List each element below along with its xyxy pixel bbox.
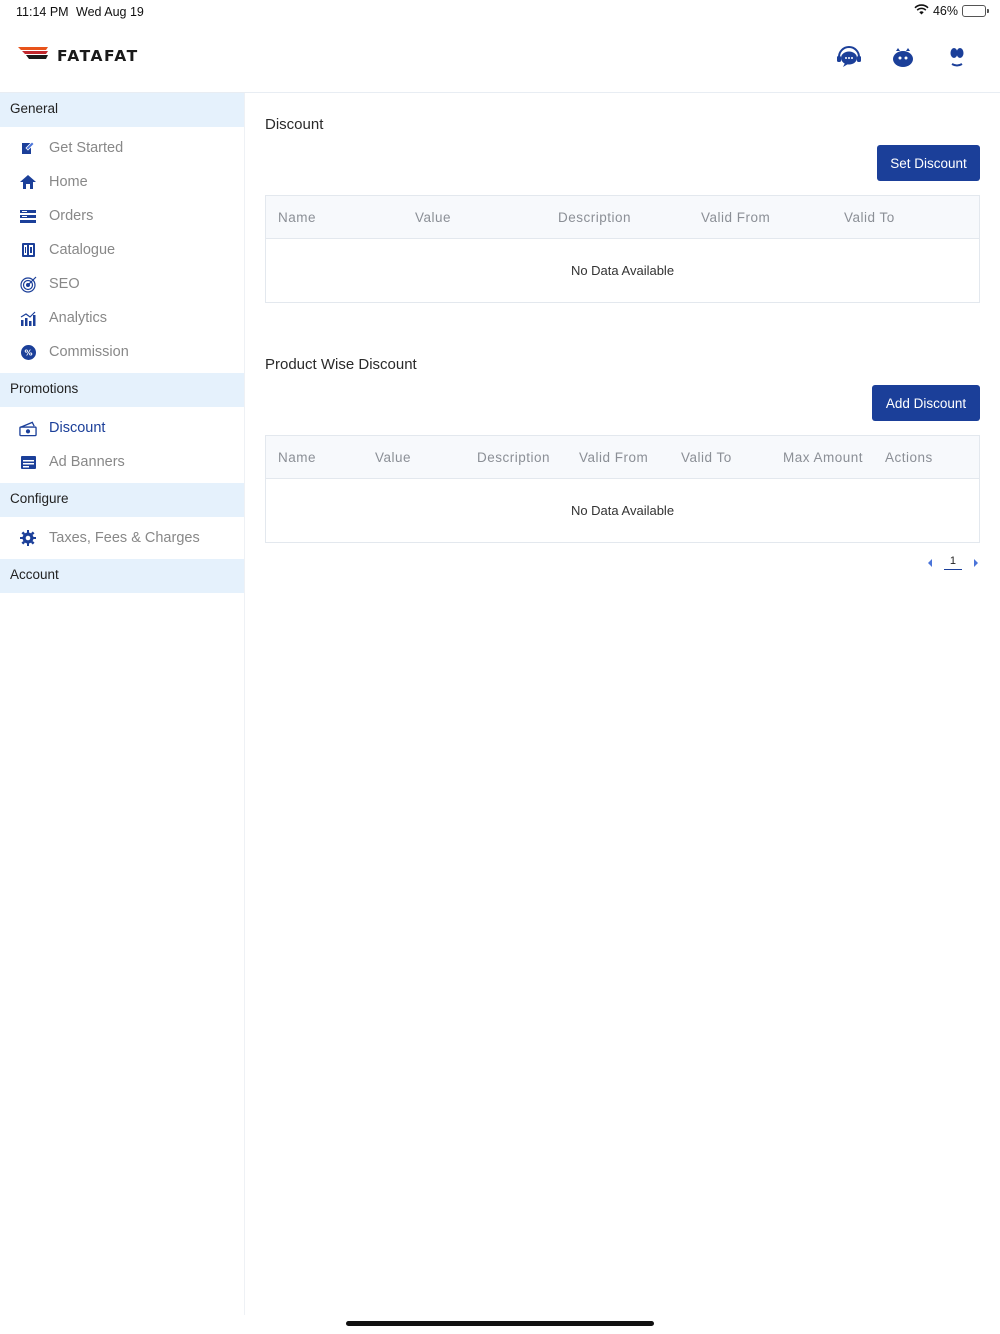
sidebar-item-label: Orders (49, 208, 94, 224)
product-discount-table: Name Value Description Valid From Valid … (265, 435, 980, 543)
column-header-valid-to[interactable]: Valid To (844, 210, 974, 225)
logo[interactable]: FATAFAT (18, 46, 139, 65)
pagination-page[interactable]: 1 (943, 555, 962, 570)
sidebar-item-discount[interactable]: Discount (0, 411, 244, 445)
svg-text:%: % (24, 348, 32, 357)
target-icon (19, 275, 37, 293)
product-discount-section-title: Product Wise Discount (265, 356, 417, 373)
add-discount-button[interactable]: Add Discount (872, 385, 980, 421)
sidebar-item-ad-banners[interactable]: Ad Banners (0, 445, 244, 479)
sidebar-item-label: Ad Banners (49, 454, 125, 470)
discount-table: Name Value Description Valid From Valid … (265, 195, 980, 303)
sidebar-item-label: Home (49, 174, 88, 190)
column-header-value[interactable]: Value (415, 210, 558, 225)
sidebar-item-seo[interactable]: SEO (0, 267, 244, 301)
column-header-value[interactable]: Value (375, 450, 477, 465)
discount-section-title: Discount (265, 116, 324, 133)
column-header-valid-to[interactable]: Valid To (681, 450, 783, 465)
sidebar-item-taxes-fees-charges[interactable]: Taxes, Fees & Charges (0, 521, 244, 555)
column-header-valid-from[interactable]: Valid From (701, 210, 844, 225)
sidebar-item-label: Catalogue (49, 242, 116, 258)
sidebar-item-analytics[interactable]: Analytics (0, 301, 244, 335)
discount-table-header: Name Value Description Valid From Valid … (266, 196, 979, 239)
sidebar-item-label: Taxes, Fees & Charges (49, 530, 200, 546)
header-icons (836, 44, 970, 70)
bot-icon[interactable] (890, 44, 916, 70)
sidebar-section-general: General (0, 93, 244, 127)
sidebar-item-home[interactable]: Home (0, 165, 244, 199)
analytics-icon (19, 309, 37, 327)
catalogue-icon (19, 241, 37, 259)
sidebar: General Get Started Home Orders Catalogu… (0, 93, 245, 1315)
column-header-valid-from[interactable]: Valid From (579, 450, 681, 465)
column-header-description[interactable]: Description (477, 450, 579, 465)
battery-icon (962, 5, 989, 17)
status-right: 46% (914, 4, 989, 18)
discount-table-empty: No Data Available (570, 263, 675, 278)
sidebar-item-label: SEO (49, 276, 80, 292)
edit-icon (19, 139, 37, 157)
sidebar-item-orders[interactable]: Orders (0, 199, 244, 233)
banner-icon (19, 453, 37, 471)
logo-mark-icon (18, 46, 50, 65)
wifi-icon (914, 4, 929, 18)
user-icon[interactable] (944, 44, 970, 70)
chat-support-icon[interactable] (836, 44, 862, 70)
sidebar-section-configure: Configure (0, 483, 244, 517)
sidebar-item-label: Get Started (49, 140, 124, 156)
sidebar-item-label: Analytics (49, 310, 108, 326)
status-time: 11:14 PM (16, 5, 69, 19)
sidebar-item-label: Commission (49, 344, 129, 360)
battery-percent: 46% (932, 4, 958, 18)
status-date: Wed Aug 19 (76, 5, 144, 19)
sidebar-item-label: Discount (49, 420, 106, 436)
sidebar-section-promotions: Promotions (0, 373, 244, 407)
column-header-name[interactable]: Name (278, 210, 415, 225)
pagination-prev-icon[interactable] (927, 558, 932, 567)
sidebar-item-catalogue[interactable]: Catalogue (0, 233, 244, 267)
column-header-actions: Actions (885, 449, 933, 465)
home-indicator (346, 1321, 654, 1326)
percent-icon: % (19, 343, 37, 361)
product-discount-table-empty: No Data Available (570, 503, 675, 518)
status-bar: 11:14 PM Wed Aug 19 46% (0, 0, 1000, 24)
discount-icon (19, 419, 37, 437)
home-icon (19, 173, 37, 191)
product-discount-table-header: Name Value Description Valid From Valid … (266, 436, 979, 479)
settings-gear-icon (19, 529, 37, 547)
orders-icon (19, 207, 37, 225)
column-header-description[interactable]: Description (558, 210, 701, 225)
pagination-next-icon[interactable] (974, 558, 978, 567)
pagination: 1 (927, 555, 978, 570)
column-header-name[interactable]: Name (278, 450, 375, 465)
sidebar-section-account[interactable]: Account (0, 559, 244, 593)
app-header: FATAFAT (0, 24, 1000, 93)
column-header-max-amount[interactable]: Max Amount (783, 450, 885, 465)
sidebar-item-get-started[interactable]: Get Started (0, 131, 244, 165)
set-discount-button[interactable]: Set Discount (877, 145, 980, 181)
logo-text: FATAFAT (57, 46, 139, 65)
sidebar-item-commission[interactable]: % Commission (0, 335, 244, 369)
